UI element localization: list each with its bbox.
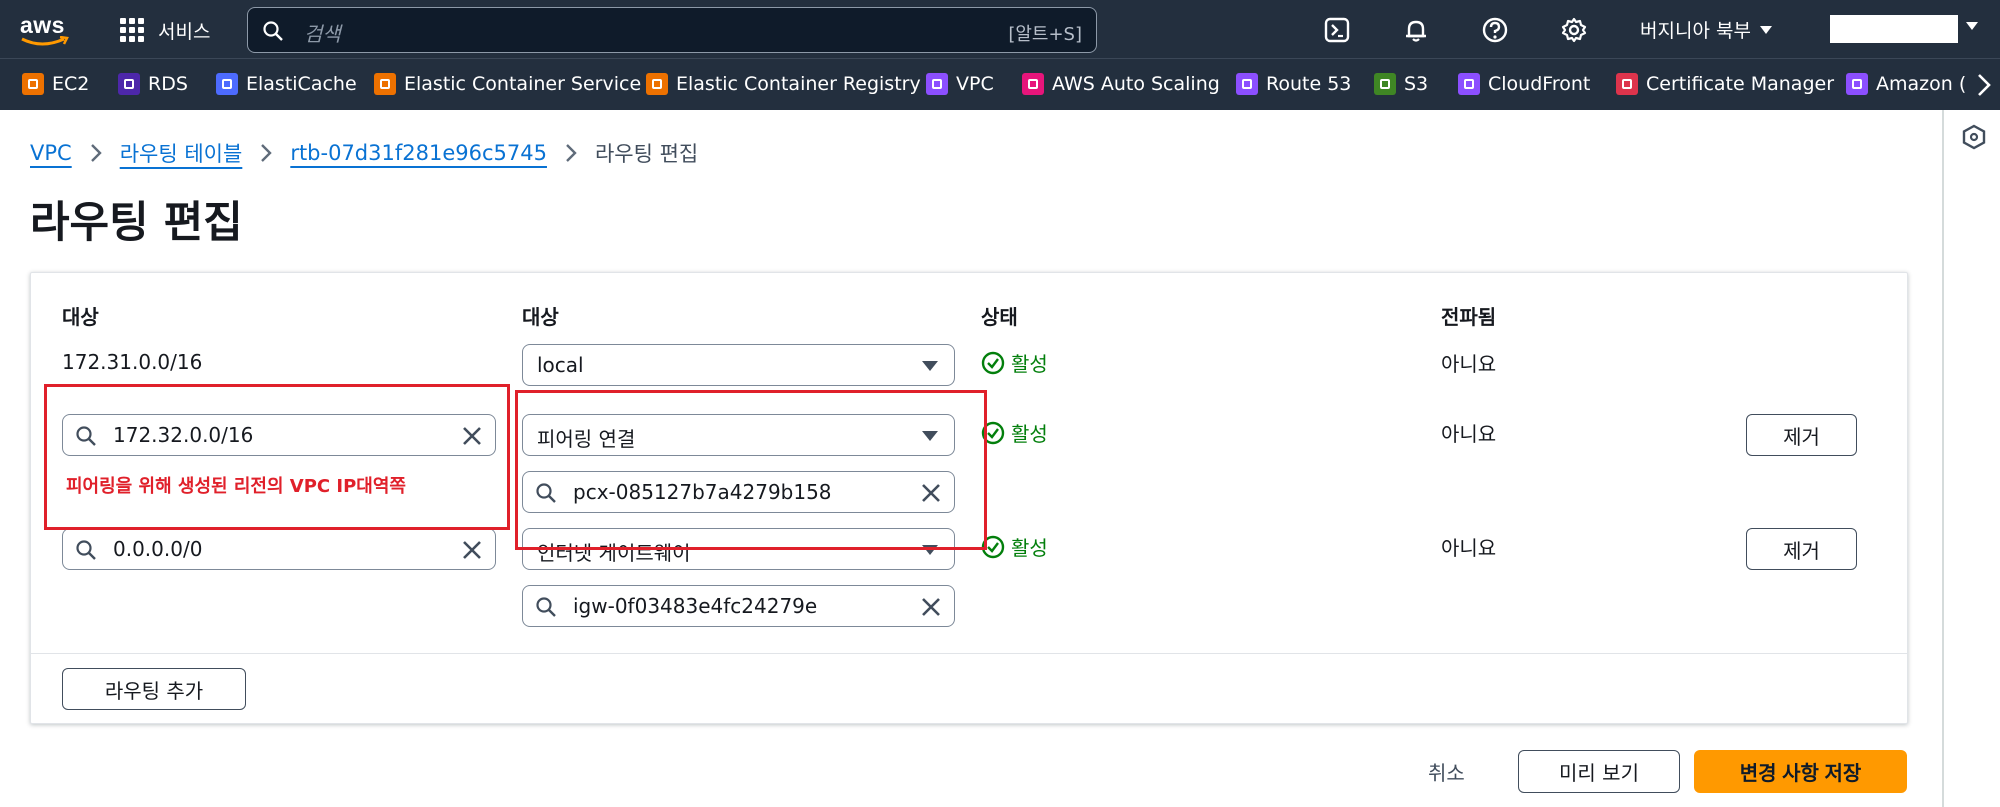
search-placeholder: 검색 [304, 22, 341, 46]
aws-logo[interactable]: aws [20, 12, 78, 46]
route-status: 활성 [981, 348, 1048, 377]
favorite-ecs[interactable]: Elastic Container Service [374, 73, 641, 95]
annotation-text: 피어링을 위해 생성된 리전의 VPC IP대역쪽 [66, 476, 406, 497]
annotation-box-target [515, 390, 987, 550]
favorite-ecr[interactable]: Elastic Container Registry [646, 73, 921, 95]
route-target-select[interactable]: local [522, 344, 955, 386]
column-header-target: 대상 [522, 305, 559, 329]
certificate-icon [1616, 73, 1638, 95]
search-icon [263, 21, 283, 41]
favorite-certificate-manager[interactable]: Certificate Manager [1616, 73, 1834, 95]
route-destination-input[interactable]: 0.0.0.0/0 [62, 528, 496, 570]
breadcrumb-route-tables[interactable]: 라우팅 테이블 [120, 138, 243, 168]
route53-icon [1236, 73, 1258, 95]
caret-down-icon [922, 361, 938, 371]
grid-icon [120, 18, 144, 42]
autoscaling-icon [1022, 73, 1044, 95]
gear-icon[interactable] [1560, 16, 1588, 44]
close-icon[interactable] [461, 539, 483, 561]
chevron-right-icon [565, 143, 577, 163]
region-label: 버지니아 북부 [1640, 20, 1751, 42]
favorite-route53[interactable]: Route 53 [1236, 73, 1351, 95]
amazon-icon [1846, 73, 1868, 95]
services-label: 서비스 [158, 20, 211, 43]
divider [31, 653, 1907, 654]
cloudfront-icon [1458, 73, 1480, 95]
ecs-icon [374, 73, 396, 95]
column-header-status: 상태 [981, 305, 1018, 329]
route-propagated: 아니요 [1441, 422, 1497, 446]
breadcrumb-vpc[interactable]: VPC [30, 141, 72, 165]
account-menu[interactable] [1830, 15, 1958, 43]
page-title: 라우팅 편집 [30, 198, 243, 248]
favorite-elasticache[interactable]: ElastiCache [216, 73, 357, 95]
route-target-id-input[interactable]: igw-0f03483e4fc24279e [522, 585, 955, 627]
favorite-rds[interactable]: RDS [118, 73, 188, 95]
breadcrumb-route-table-id[interactable]: rtb-07d31f281e96c5745 [290, 141, 547, 165]
column-header-destination: 대상 [62, 305, 99, 329]
right-rail [1942, 110, 2000, 807]
cloudshell-icon[interactable] [1323, 16, 1351, 44]
region-selector[interactable]: 버지니아 북부 [1640, 16, 1773, 43]
breadcrumb-current: 라우팅 편집 [594, 142, 699, 166]
global-search-input[interactable]: 검색 [알트+S] [247, 7, 1097, 53]
vpc-icon [926, 73, 948, 95]
annotation-box-destination [44, 384, 510, 530]
route-propagated: 아니요 [1441, 352, 1497, 376]
favorite-ec2[interactable]: EC2 [22, 73, 89, 95]
s3-icon [1374, 73, 1396, 95]
caret-down-icon[interactable] [1965, 21, 1979, 31]
remove-route-button[interactable]: 제거 [1746, 414, 1857, 456]
favorite-autoscaling[interactable]: AWS Auto Scaling [1022, 73, 1220, 95]
preview-button[interactable]: 미리 보기 [1518, 750, 1680, 793]
aws-logo-text: aws [20, 12, 65, 38]
search-icon [76, 540, 96, 560]
add-route-button[interactable]: 라우팅 추가 [62, 668, 246, 710]
help-icon[interactable] [1481, 16, 1509, 44]
chevron-right-icon [260, 143, 273, 163]
favorites-bar: EC2 RDS ElastiCache Elastic Container Se… [0, 58, 2000, 110]
top-navigation: aws 서비스 검색 [알트+S] 버지니아 북부 [0, 0, 2000, 58]
remove-route-button[interactable]: 제거 [1746, 528, 1857, 570]
ec2-icon [22, 73, 44, 95]
route-destination-static: 172.31.0.0/16 [62, 350, 203, 374]
bell-icon[interactable] [1402, 16, 1430, 44]
services-menu-button[interactable]: 서비스 [120, 16, 210, 44]
cancel-button[interactable]: 취소 [1428, 757, 1465, 786]
route-status: 활성 [981, 532, 1048, 561]
route-propagated: 아니요 [1441, 536, 1497, 560]
favorite-vpc[interactable]: VPC [926, 73, 994, 95]
favorite-s3[interactable]: S3 [1374, 73, 1428, 95]
check-circle-icon [981, 351, 1005, 374]
elasticache-icon [216, 73, 238, 95]
save-changes-button[interactable]: 변경 사항 저장 [1694, 750, 1907, 793]
search-icon [536, 597, 556, 617]
close-icon[interactable] [920, 596, 942, 618]
favorite-cloudfront[interactable]: CloudFront [1458, 73, 1590, 95]
route-status: 활성 [981, 418, 1048, 447]
rds-icon [118, 73, 140, 95]
search-shortcut: [알트+S] [1008, 24, 1082, 45]
ecr-icon [646, 73, 668, 95]
column-header-propagated: 전파됨 [1441, 305, 1497, 329]
breadcrumb: VPC 라우팅 테이블 rtb-07d31f281e96c5745 라우팅 편집 [30, 138, 698, 168]
chevron-right-icon[interactable] [1974, 73, 1994, 97]
caret-down-icon [1759, 25, 1772, 34]
chevron-right-icon [90, 143, 102, 163]
info-panel-icon[interactable] [1962, 124, 1986, 150]
favorite-amazon[interactable]: Amazon ( [1846, 73, 1966, 95]
